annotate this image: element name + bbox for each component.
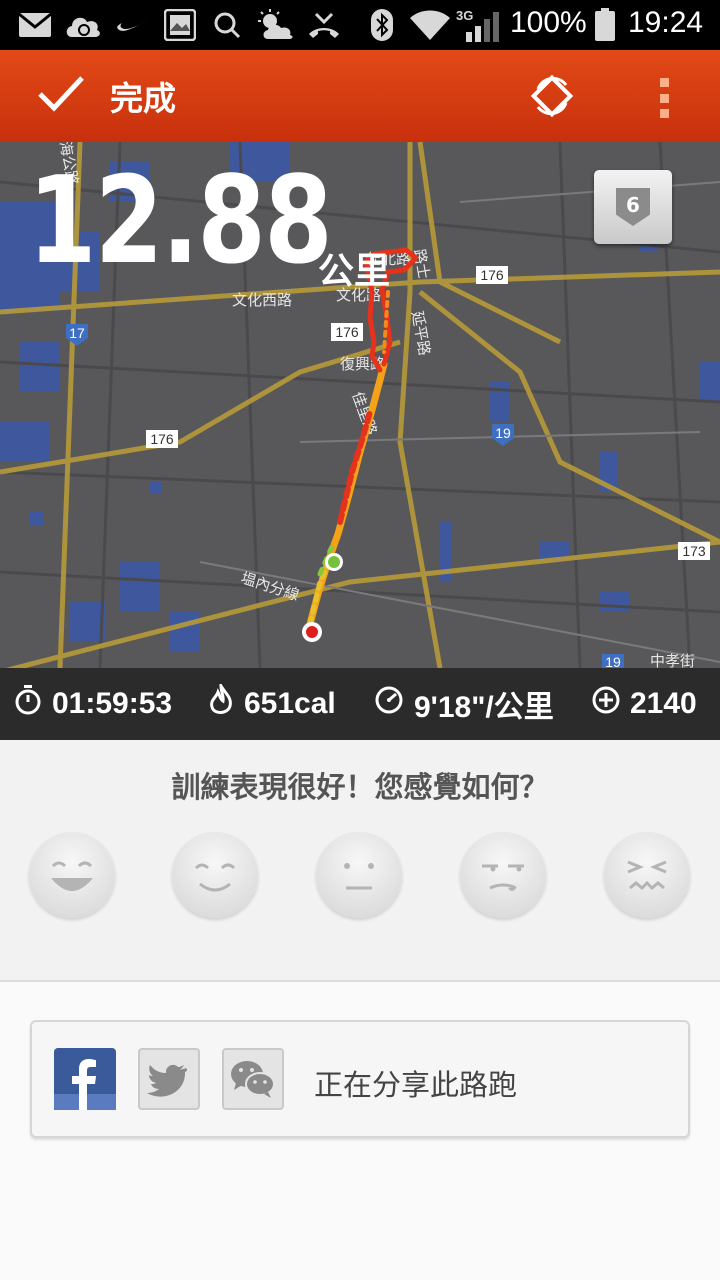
road-label: 中孝街 xyxy=(650,652,695,668)
pace-stat: 9'18"/公里 xyxy=(374,668,554,740)
app-screen: 3G 100% 19:24 完成 176 176 176 173 17 19 1… xyxy=(0,0,720,1280)
route-19-shield: 19 xyxy=(602,654,624,668)
meh-face-button[interactable] xyxy=(460,832,546,918)
svg-text:176: 176 xyxy=(150,431,174,447)
calories-value: 651cal xyxy=(244,687,336,720)
sync-icon xyxy=(529,73,575,123)
route-17-shield: 17 xyxy=(66,324,88,346)
twitter-icon xyxy=(147,1064,188,1097)
done-label: 完成 xyxy=(110,79,176,118)
share-card: 正在分享此路跑 xyxy=(30,1020,690,1138)
action-bar: 完成 xyxy=(0,50,720,142)
road-label: 延平路 xyxy=(408,310,434,357)
good-face-button[interactable] xyxy=(172,832,258,918)
overflow-menu-button[interactable] xyxy=(644,74,684,122)
route-19-shield: 19 xyxy=(492,424,514,446)
svg-text:19: 19 xyxy=(605,654,621,668)
nike-icon xyxy=(116,8,150,42)
svg-text:176: 176 xyxy=(480,267,504,283)
amazing-face-button[interactable] xyxy=(29,832,115,918)
route-176-shield: 176 xyxy=(476,266,508,284)
route-start-marker xyxy=(325,553,343,571)
svg-text:176: 176 xyxy=(335,324,359,340)
distance-value: 12.88 xyxy=(28,152,333,291)
route-map[interactable]: 176 176 176 173 17 19 19 佳北路 文化西路 文化路 復興… xyxy=(0,142,720,668)
achievement-badge-button[interactable]: 6 xyxy=(594,170,672,244)
badge-shield-icon: 6 xyxy=(616,188,650,226)
duration-stat: 01:59:53 xyxy=(14,668,172,740)
good-face-icon xyxy=(194,863,236,892)
route-173-shield: 173 xyxy=(678,542,710,560)
meh-face-icon xyxy=(482,864,524,891)
flame-icon xyxy=(208,680,244,724)
battery-icon xyxy=(594,8,616,42)
bluetooth-icon xyxy=(370,8,394,42)
road-label: 文化西路 xyxy=(232,291,292,309)
facebook-icon xyxy=(54,1059,116,1110)
done-button[interactable]: 完成 xyxy=(36,66,176,126)
ok-face-icon xyxy=(344,863,374,890)
clock: 19:24 xyxy=(628,6,704,39)
svg-text:173: 173 xyxy=(682,543,706,559)
overflow-menu-icon xyxy=(659,78,669,87)
feeling-section: 訓練表現很好！您感覺如何？ xyxy=(0,740,720,982)
fuel-value: 2140 xyxy=(630,687,697,720)
weather-icon xyxy=(256,8,296,42)
cloud-sync-icon xyxy=(64,8,104,42)
awful-face-button[interactable] xyxy=(604,832,690,918)
wechat-share-button[interactable] xyxy=(222,1048,284,1110)
road-label: 塭內分線 xyxy=(239,569,302,605)
share-label: 正在分享此路跑 xyxy=(314,1068,518,1102)
amazing-face-icon xyxy=(51,861,93,891)
fuel-plus-icon xyxy=(592,686,630,722)
missed-call-icon xyxy=(306,8,342,42)
badge-number: 6 xyxy=(626,193,640,217)
check-icon xyxy=(36,74,86,118)
route-end-marker xyxy=(302,622,322,642)
sync-button[interactable] xyxy=(522,70,582,126)
speedometer-icon xyxy=(374,685,414,723)
feeling-question: 訓練表現很好！您感覺如何？ xyxy=(171,770,549,804)
ok-face-button[interactable] xyxy=(316,832,402,918)
stopwatch-icon xyxy=(14,685,52,723)
share-section: 正在分享此路跑 xyxy=(0,982,720,1280)
svg-text:19: 19 xyxy=(495,425,511,441)
distance-unit: 公里 xyxy=(318,251,391,292)
facebook-share-button[interactable] xyxy=(54,1048,116,1110)
route-176-shield: 176 xyxy=(146,430,178,448)
fuel-stat: 2140 xyxy=(592,668,697,740)
twitter-share-button[interactable] xyxy=(138,1048,200,1110)
status-bar: 3G 100% 19:24 xyxy=(0,0,720,50)
route-176-shield: 176 xyxy=(331,323,363,341)
duration-value: 01:59:53 xyxy=(52,687,173,720)
calories-stat: 651cal xyxy=(208,668,336,740)
signal-icon: 3G xyxy=(456,8,502,42)
wechat-icon xyxy=(231,1061,275,1098)
pace-value: 9'18"/公里 xyxy=(414,691,554,724)
search-icon xyxy=(212,8,242,42)
svg-text:17: 17 xyxy=(69,325,85,341)
run-stats-bar: 01:59:53 651cal 9'18"/公里 2140 xyxy=(0,668,720,740)
network-type-label: 3G xyxy=(456,8,473,23)
mail-icon xyxy=(18,8,52,42)
battery-percent: 100% xyxy=(510,6,587,39)
wifi-icon xyxy=(408,8,452,42)
gallery-icon xyxy=(164,8,196,42)
awful-face-icon xyxy=(627,860,667,891)
